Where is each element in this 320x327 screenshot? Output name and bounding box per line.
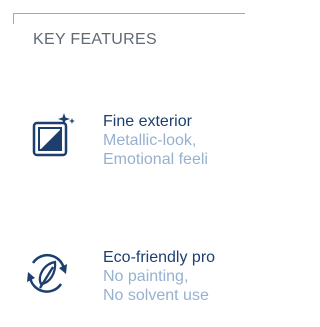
frame-left-border [13, 13, 14, 24]
feature-text: Eco-friendly pro No painting, No solvent… [103, 248, 215, 305]
feature-line: No solvent use [103, 287, 209, 304]
feature-title: Fine exterior [103, 113, 192, 130]
feature-line: Emotional feeli [103, 151, 208, 168]
eco-leaf-icon [27, 253, 67, 293]
feature-title: Eco-friendly pro [103, 249, 216, 266]
sparkle-frame-icon [32, 113, 75, 157]
feature-text: Fine exterior Metallic-look, Emotional f… [103, 112, 208, 169]
feature-item-eco-friendly: Eco-friendly pro No painting, No solvent… [0, 245, 245, 325]
key-features-panel: KEY FEATURES Fine exterior Metallic-look… [0, 0, 245, 327]
section-title: KEY FEATURES [33, 31, 157, 48]
feature-item-fine-exterior: Fine exterior Metallic-look, Emotional f… [0, 109, 245, 189]
frame-top-border [13, 13, 245, 14]
feature-line: Metallic-look, [103, 132, 197, 149]
feature-line: No painting, [103, 268, 189, 285]
